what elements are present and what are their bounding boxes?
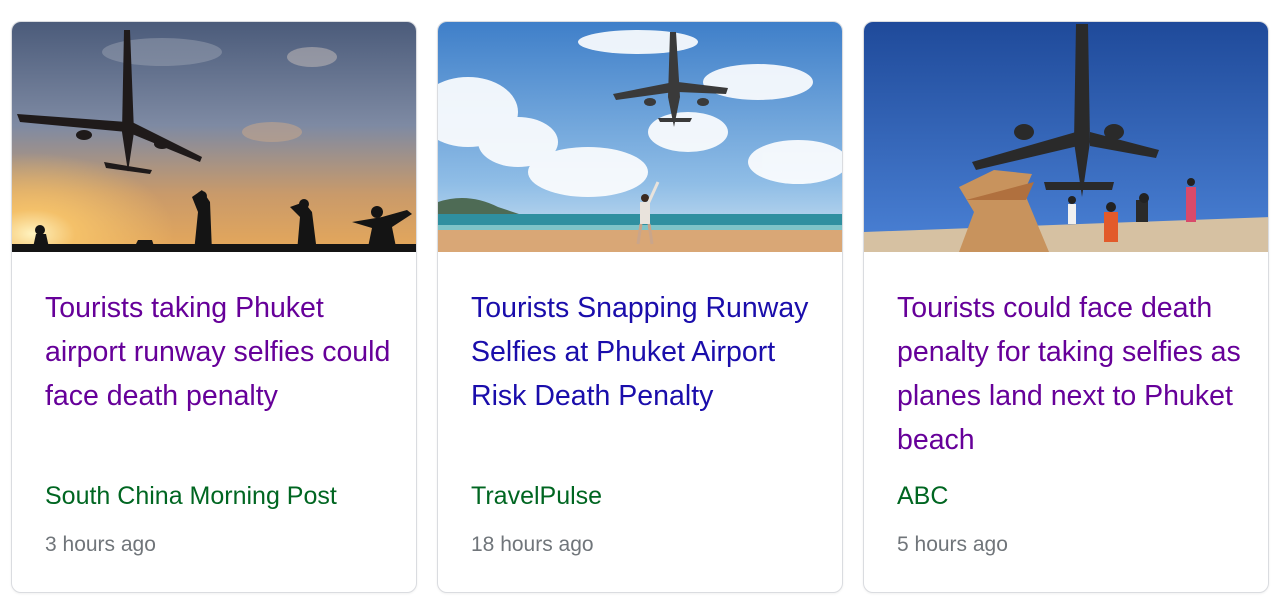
news-thumbnail[interactable]	[864, 22, 1268, 252]
news-timestamp: 3 hours ago	[45, 533, 156, 556]
airplane-overhead-image	[864, 22, 1268, 252]
news-card[interactable]: Tourists Snapping Runway Selfies at Phuk…	[437, 21, 843, 593]
airplane-sunset-image	[12, 22, 416, 252]
news-headline[interactable]: Tourists taking Phuket airport runway se…	[45, 286, 397, 418]
news-headline[interactable]: Tourists Snapping Runway Selfies at Phuk…	[471, 286, 823, 418]
news-card[interactable]: Tourists could face death penalty for ta…	[863, 21, 1269, 593]
news-timestamp: 5 hours ago	[897, 533, 1008, 556]
news-card[interactable]: Tourists taking Phuket airport runway se…	[11, 21, 417, 593]
news-source: ABC	[897, 482, 949, 510]
news-timestamp: 18 hours ago	[471, 533, 594, 556]
news-thumbnail[interactable]	[438, 22, 842, 252]
news-source: TravelPulse	[471, 482, 603, 510]
news-carousel: Tourists taking Phuket airport runway se…	[0, 0, 1282, 608]
news-thumbnail[interactable]	[12, 22, 416, 252]
news-source: South China Morning Post	[45, 482, 337, 510]
news-headline[interactable]: Tourists could face death penalty for ta…	[897, 286, 1249, 462]
airplane-beach-image	[438, 22, 842, 252]
